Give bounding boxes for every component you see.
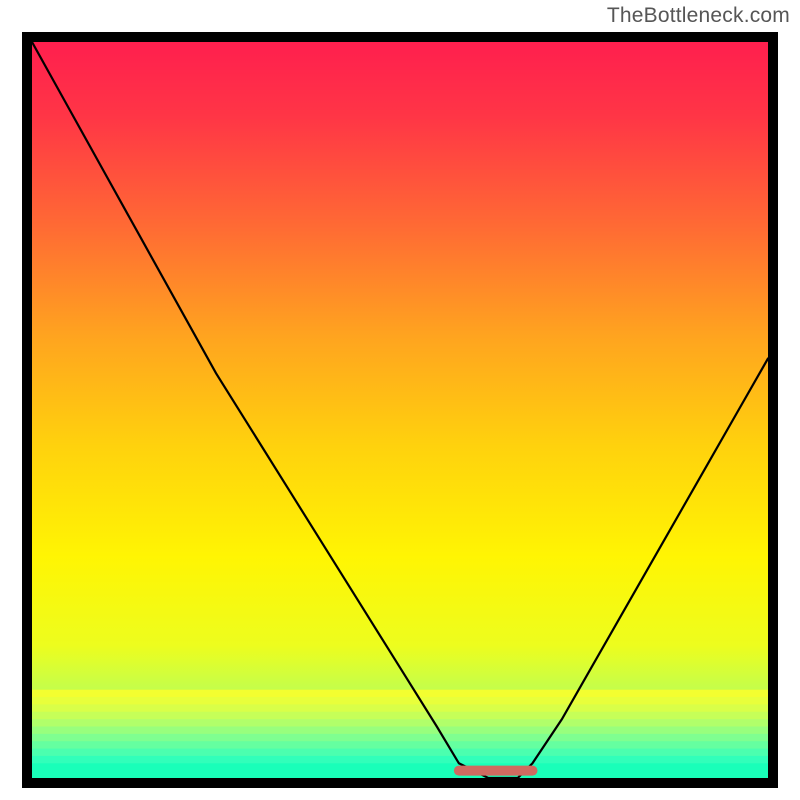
- chart-frame: [22, 32, 778, 788]
- bottom-stripes: [32, 690, 768, 778]
- bottleneck-chart: [32, 42, 768, 778]
- attribution-text: TheBottleneck.com: [607, 4, 790, 28]
